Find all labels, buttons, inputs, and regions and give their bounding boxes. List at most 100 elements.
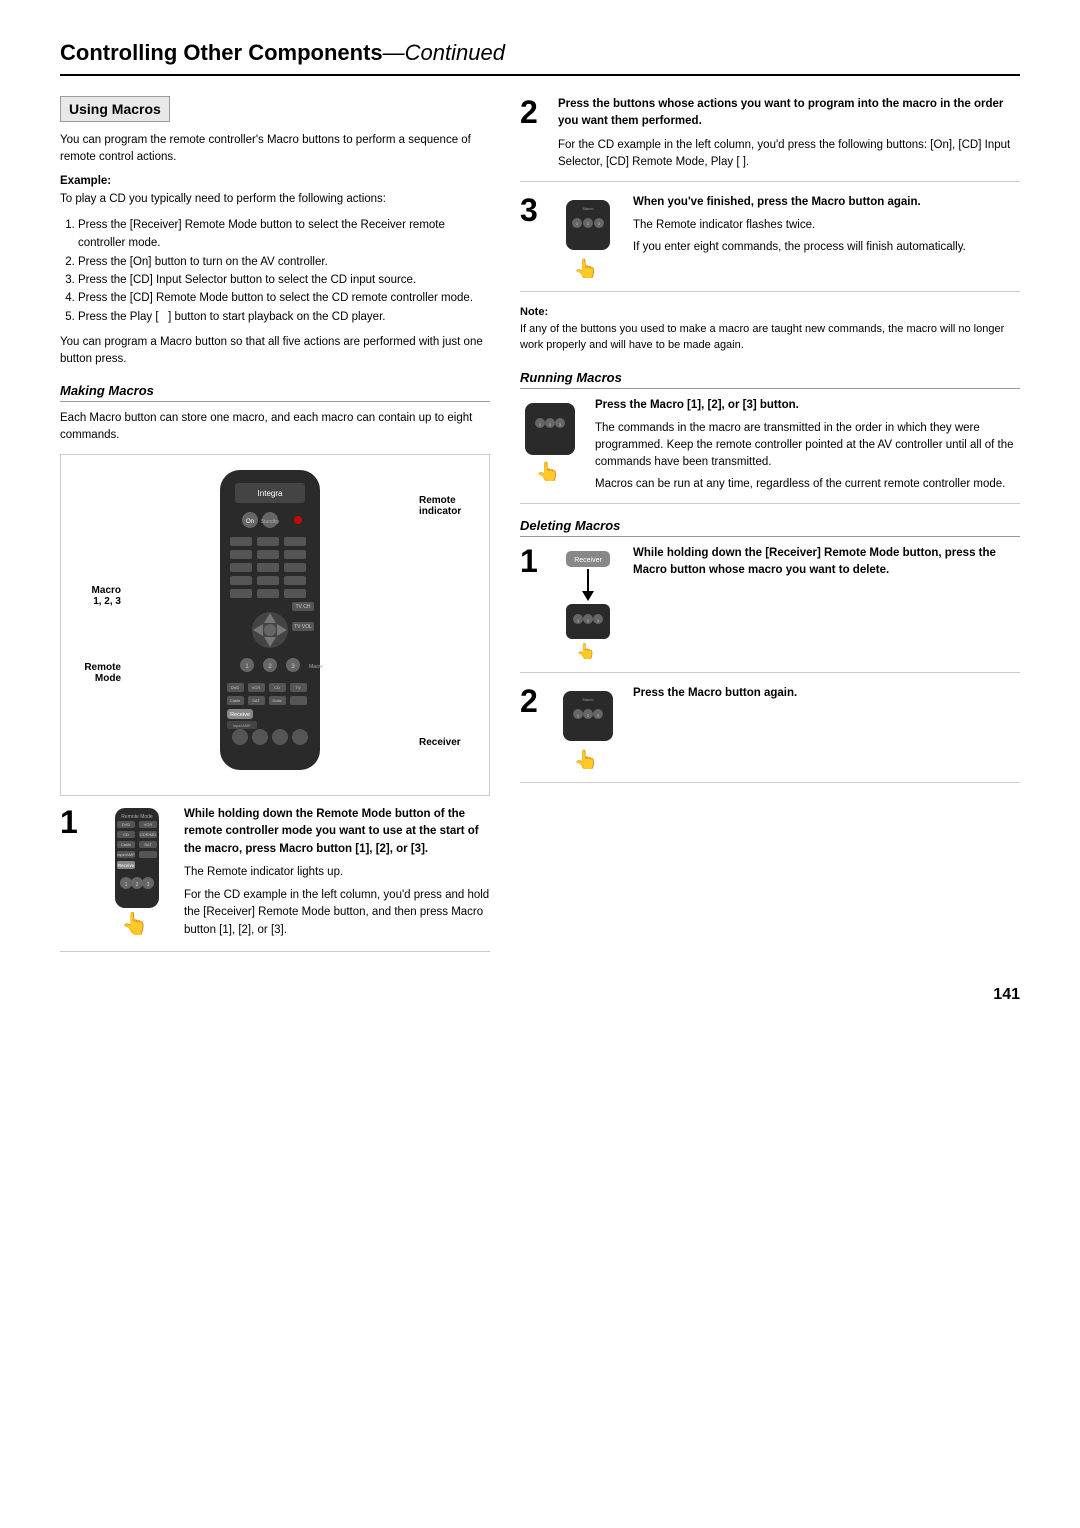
example-step-3: Press the [CD] Input Selector button to … [78,271,490,289]
remote-indicator-label: Remoteindicator [419,495,479,517]
example-step-2: Press the [On] button to turn on the AV … [78,253,490,271]
svg-text:TV VOL: TV VOL [294,624,312,630]
svg-text:Macro: Macro [582,697,594,702]
remote-diagram-labels-left: Macro1, 2, 3 RemoteMode [71,465,121,684]
step1-sub1: The Remote indicator lights up. [184,864,490,881]
svg-text:TV CH: TV CH [296,604,311,610]
running-macros-title: Running Macros [520,370,1020,389]
delete-step2-content: Press the Macro button again. [633,685,1020,702]
delete-step1-number: 1 [520,545,548,577]
svg-text:SAT: SAT [252,698,260,703]
svg-text:👆: 👆 [536,460,561,481]
running-macros-step-row: 1 2 3 👆 Press the Macro [1], [2], or [3]… [520,397,1020,504]
making-macros-section: Making Macros Each Macro button can stor… [60,383,490,952]
step1-sub2: For the CD example in the left column, y… [184,887,490,939]
svg-text:Receive: Receive [230,712,250,718]
svg-text:VCR: VCR [252,685,261,690]
running-step-img: 1 2 3 👆 [520,397,585,484]
right-step3-row: 3 Macro 1 2 3 👆 When you've finished, pr… [520,194,1020,292]
svg-text:👆: 👆 [576,642,596,659]
right-step3-sub1: The Remote indicator flashes twice. [633,217,1020,234]
svg-text:👆: 👆 [121,911,148,936]
right-step3-number: 3 [520,194,548,226]
svg-text:Macro: Macro [309,664,323,670]
svg-text:On: On [246,519,254,525]
svg-text:Standby: Standby [261,519,280,525]
delete-step1-img: Receiver 1 2 3 👆 [558,545,623,662]
step1-bold-text: While holding down the Remote Mode butto… [184,808,479,855]
using-macros-title: Using Macros [60,96,170,122]
delete-step1-bold: While holding down the [Receiver] Remote… [633,547,996,576]
delete-step2-img: Macro 1 2 3 👆 [558,685,623,772]
example-label: Example: [60,175,490,187]
running-macro-svg: 1 2 3 👆 [520,401,580,481]
svg-text:Cable: Cable [230,698,241,703]
remote-control-svg: Integra On Standby [205,465,335,785]
svg-text:Integra: Integra [258,489,283,498]
example-step-5: Press the Play [ ] button to start playb… [78,308,490,326]
remote-diagram-labels-right: Remoteindicator Receiver [419,465,479,748]
svg-text:VCR: VCR [144,822,153,827]
receiver-label: Receiver [419,737,479,748]
svg-text:DVD: DVD [122,822,131,827]
delete-step1-content: While holding down the [Receiver] Remote… [633,545,1020,580]
deleting-macros-section: Deleting Macros 1 Receiver [520,518,1020,783]
using-macros-outro: You can program a Macro button so that a… [60,334,490,369]
making-macros-title: Making Macros [60,383,490,402]
note-box: Note: If any of the buttons you used to … [520,304,1020,354]
running-step-text2: Macros can be run at any time, regardles… [595,476,1020,493]
right-step2-number: 2 [520,96,548,128]
running-step-text: The commands in the macro are transmitte… [595,420,1020,472]
delete-step2-number: 2 [520,685,548,717]
delete-step1-svg: Receiver 1 2 3 👆 [558,549,618,659]
svg-text:DVD: DVD [231,685,240,690]
right-step2-content: Press the buttons whose actions you want… [558,96,1020,171]
making-macros-intro: Each Macro button can store one macro, a… [60,410,490,445]
running-macros-section: Running Macros 1 2 3 👆 Press the [520,370,1020,504]
running-macros-content: Press the Macro [1], [2], or [3] button.… [595,397,1020,493]
delete-step2-svg: Macro 1 2 3 👆 [558,689,618,769]
delete-step2-bold: Press the Macro button again. [633,687,797,699]
svg-text:Receiver: Receiver [574,557,602,564]
svg-text:tape/AMP: tape/AMP [233,723,251,728]
right-step2-row: 2 Press the buttons whose actions you wa… [520,96,1020,182]
step1-content: While holding down the Remote Mode butto… [184,806,490,939]
example-step-4: Press the [CD] Remote Mode button to sel… [78,289,490,307]
svg-text:3: 3 [147,882,150,888]
right-step2-sub: For the CD example in the left column, y… [558,137,1020,172]
svg-text:CDR/MD: CDR/MD [140,832,156,837]
svg-text:CD: CD [123,832,129,837]
running-step-bold: Press the Macro [1], [2], or [3] button. [595,399,799,411]
svg-text:2: 2 [136,882,139,888]
step1-number: 1 [60,806,90,838]
svg-text:SAT: SAT [144,842,152,847]
svg-text:Cable: Cable [121,842,132,847]
right-step3-content: When you've finished, press the Macro bu… [633,194,1020,256]
example-intro: To play a CD you typically need to perfo… [60,191,490,208]
note-label: Note: [520,306,548,318]
step1-mini-remote-svg: Remote Mode DVD VCR CD CDR/MD Cable SAT [107,806,167,936]
svg-text:1: 1 [125,882,128,888]
svg-text:Dock: Dock [272,698,281,703]
using-macros-section: Using Macros You can program the remote … [60,96,490,369]
step1-img-area: Remote Mode DVD VCR CD CDR/MD Cable SAT [102,806,172,936]
step1-row: 1 Remote Mode DVD VCR CD CDR/MD [60,806,490,952]
delete-step1-row: 1 Receiver 1 2 [520,545,1020,673]
right-step2-bold: Press the buttons whose actions you want… [558,98,1003,127]
page-number: 141 [60,986,1020,1004]
note-text: If any of the buttons you used to make a… [520,323,1004,352]
remote-diagram: Macro1, 2, 3 RemoteMode Integra On [60,454,490,796]
svg-text:Receive: Receive [118,863,135,868]
deleting-macros-title: Deleting Macros [520,518,1020,537]
svg-text:TV: TV [295,685,300,690]
right-step3-sub2: If you enter eight commands, the process… [633,239,1020,256]
example-step-1: Press the [Receiver] Remote Mode button … [78,216,490,253]
using-macros-intro: You can program the remote controller's … [60,132,490,167]
page-title: Controlling Other Components—Continued [60,40,1020,76]
macro-label: Macro1, 2, 3 [71,585,121,607]
example-steps: Press the [Receiver] Remote Mode button … [78,216,490,326]
right-step3-bold: When you've finished, press the Macro bu… [633,196,921,208]
svg-text:👆: 👆 [574,257,599,278]
remote-svg-container: Integra On Standby [133,465,407,785]
delete-step2-row: 2 Macro 1 2 3 👆 Press the Ma [520,685,1020,783]
